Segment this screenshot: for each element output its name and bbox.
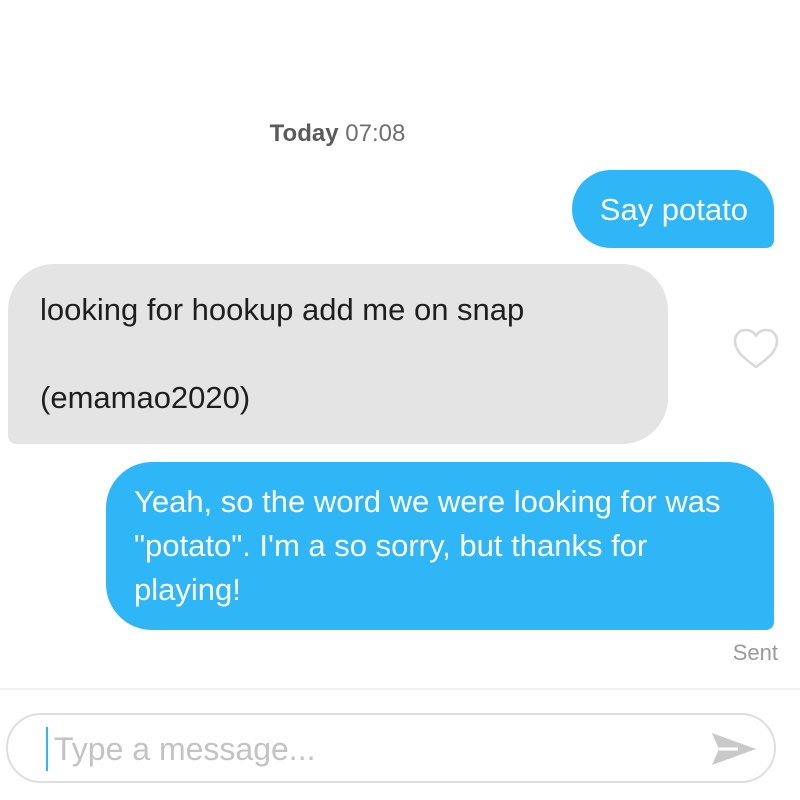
heart-icon[interactable] [732,327,780,371]
chat-thread: Today 07:08 Say potato looking for hooku… [0,0,800,800]
send-icon[interactable] [710,729,758,769]
outgoing-message-bubble[interactable]: Say potato [571,170,774,248]
text-cursor [46,727,48,771]
timestamp-day: Today [269,120,339,147]
incoming-message-bubble[interactable]: looking for hookup add me on snap (emama… [8,264,668,444]
composer-divider [0,688,800,690]
message-input[interactable] [52,723,696,775]
sent-status: Sent [732,640,778,665]
message-timestamp: Today 07:08 [0,120,675,148]
message-composer [6,713,776,783]
timestamp-time: 07:08 [345,120,406,147]
outgoing-message-bubble[interactable]: Yeah, so the word we were looking for wa… [106,462,774,630]
